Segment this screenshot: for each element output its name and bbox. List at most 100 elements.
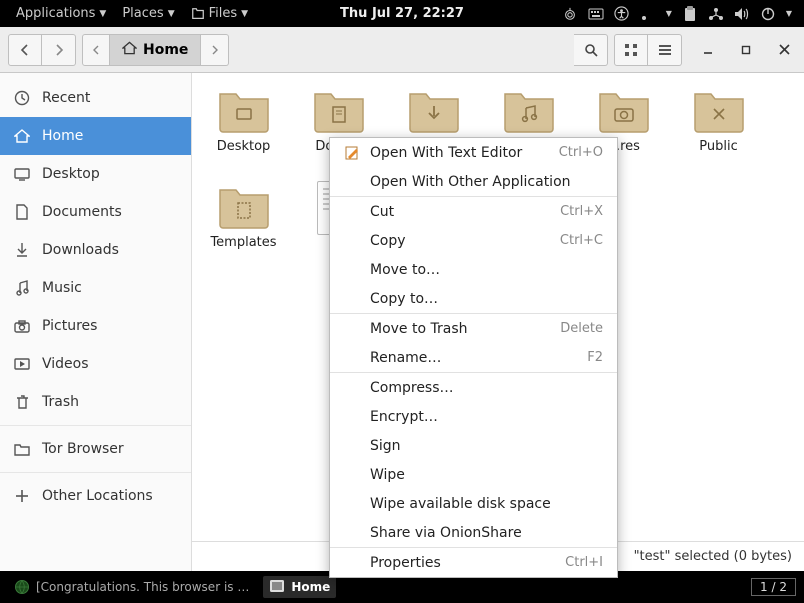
sidebar-item-music[interactable]: Music bbox=[0, 269, 191, 307]
cm-sign[interactable]: Sign bbox=[330, 431, 617, 460]
power-icon[interactable] bbox=[760, 6, 776, 22]
videos-icon bbox=[14, 356, 30, 372]
cm-label: Cut bbox=[370, 204, 394, 220]
cm-encrypt[interactable]: Encrypt… bbox=[330, 402, 617, 431]
sidebar-item-trash[interactable]: Trash bbox=[0, 383, 191, 421]
documents-icon bbox=[14, 204, 30, 220]
folder-public[interactable]: Public bbox=[671, 81, 766, 177]
cm-label: Share via OnionShare bbox=[370, 525, 522, 541]
panel-datetime[interactable]: Thu Jul 27, 22:27 bbox=[340, 6, 464, 21]
cm-compress[interactable]: Compress… bbox=[330, 373, 617, 402]
sidebar-item-desktop[interactable]: Desktop bbox=[0, 155, 191, 193]
folder-templates[interactable]: Templates bbox=[196, 177, 291, 273]
sidebar-item-home[interactable]: Home bbox=[0, 117, 191, 155]
workspace-label: 1 / 2 bbox=[760, 580, 787, 594]
icon-view-button[interactable] bbox=[614, 34, 648, 66]
sidebar-item-pictures[interactable]: Pictures bbox=[0, 307, 191, 345]
sidebar-item-other-locations[interactable]: Other Locations bbox=[0, 477, 191, 515]
folder-icon bbox=[311, 85, 367, 137]
network-icon[interactable] bbox=[708, 6, 724, 22]
cm-label: Sign bbox=[370, 438, 401, 454]
workspace-indicator[interactable]: 1 / 2 bbox=[751, 578, 796, 596]
folder-icon bbox=[691, 85, 747, 137]
cm-open-text-editor[interactable]: Open With Text Editor Ctrl+O bbox=[330, 138, 617, 167]
sidebar-item-recent[interactable]: Recent bbox=[0, 79, 191, 117]
cm-label: Wipe available disk space bbox=[370, 496, 551, 512]
files-icon bbox=[191, 7, 205, 21]
folder-icon bbox=[14, 441, 30, 457]
path-next-button[interactable] bbox=[201, 34, 229, 66]
taskbar-tor-browser[interactable]: [Congratulations. This browser is … bbox=[8, 576, 255, 598]
path-home-button[interactable]: Home bbox=[110, 34, 201, 66]
cm-open-other-app[interactable]: Open With Other Application bbox=[330, 167, 617, 196]
plus-icon bbox=[14, 488, 30, 504]
cm-copy[interactable]: Copy Ctrl+C bbox=[330, 226, 617, 255]
applications-label: Applications bbox=[16, 6, 95, 21]
chevron-down-icon: ▼ bbox=[241, 9, 248, 19]
cm-accel: F2 bbox=[587, 350, 603, 365]
clipboard-icon[interactable] bbox=[682, 6, 698, 22]
onion-icon[interactable] bbox=[562, 6, 578, 22]
selection-status: "test" selected (0 bytes) bbox=[634, 549, 792, 564]
search-button[interactable] bbox=[574, 34, 608, 66]
music-icon bbox=[14, 280, 30, 296]
sidebar-item-label: Desktop bbox=[42, 166, 100, 182]
sidebar-item-label: Trash bbox=[42, 394, 79, 410]
cm-copy-to[interactable]: Copy to… bbox=[330, 284, 617, 313]
folder-desktop[interactable]: Desktop bbox=[196, 81, 291, 177]
path-home-label: Home bbox=[143, 42, 188, 58]
panel-tray-area: ▼ ▼ bbox=[562, 6, 796, 22]
cm-accel: Ctrl+O bbox=[559, 145, 603, 160]
trash-icon bbox=[14, 394, 30, 410]
dot-icon[interactable] bbox=[640, 6, 656, 22]
keyboard-icon[interactable] bbox=[588, 6, 604, 22]
cm-label: Move to Trash bbox=[370, 321, 468, 337]
cm-accel: Ctrl+I bbox=[565, 555, 603, 570]
path-up-button[interactable] bbox=[82, 34, 110, 66]
files-app-menu[interactable]: Files ▼ bbox=[183, 0, 256, 27]
folder-label: Desktop bbox=[217, 139, 271, 154]
sidebar-item-videos[interactable]: Videos bbox=[0, 345, 191, 383]
back-button[interactable] bbox=[8, 34, 42, 66]
desktop-icon bbox=[14, 166, 30, 182]
minimize-button[interactable] bbox=[696, 38, 720, 62]
volume-icon[interactable] bbox=[734, 6, 750, 22]
cm-accel: Delete bbox=[560, 321, 603, 336]
folder-icon bbox=[501, 85, 557, 137]
file-context-menu: Open With Text Editor Ctrl+O Open With O… bbox=[329, 137, 618, 578]
files-toolbar: Home bbox=[0, 27, 804, 73]
folder-icon bbox=[596, 85, 652, 137]
sidebar-item-tor-browser[interactable]: Tor Browser bbox=[0, 430, 191, 468]
sidebar-item-downloads[interactable]: Downloads bbox=[0, 231, 191, 269]
gnome-top-panel: Applications ▼ Places ▼ Files ▼ Thu Jul … bbox=[0, 0, 804, 27]
cm-wipe[interactable]: Wipe bbox=[330, 460, 617, 489]
cm-label: Move to… bbox=[370, 262, 440, 278]
cm-label: Copy bbox=[370, 233, 406, 249]
cm-label: Copy to… bbox=[370, 291, 438, 307]
cm-label: Open With Other Application bbox=[370, 174, 571, 190]
cm-cut[interactable]: Cut Ctrl+X bbox=[330, 197, 617, 226]
cm-rename[interactable]: Rename… F2 bbox=[330, 343, 617, 372]
accessibility-icon[interactable] bbox=[614, 6, 630, 22]
cm-wipe-space[interactable]: Wipe available disk space bbox=[330, 489, 617, 518]
cm-move-to-trash[interactable]: Move to Trash Delete bbox=[330, 314, 617, 343]
applications-menu[interactable]: Applications ▼ bbox=[8, 0, 114, 27]
forward-button[interactable] bbox=[42, 34, 76, 66]
cm-onionshare[interactable]: Share via OnionShare bbox=[330, 518, 617, 547]
files-label: Files bbox=[209, 6, 238, 21]
cm-label: Wipe bbox=[370, 467, 405, 483]
close-button[interactable] bbox=[772, 38, 796, 62]
sidebar-item-label: Recent bbox=[42, 90, 90, 106]
cm-move-to[interactable]: Move to… bbox=[330, 255, 617, 284]
task-label: [Congratulations. This browser is … bbox=[36, 580, 249, 594]
sidebar-item-documents[interactable]: Documents bbox=[0, 193, 191, 231]
maximize-button[interactable] bbox=[734, 38, 758, 62]
hamburger-menu-button[interactable] bbox=[648, 34, 682, 66]
folder-label: Public bbox=[699, 139, 737, 154]
cm-properties[interactable]: Properties Ctrl+I bbox=[330, 548, 617, 577]
cm-accel: Ctrl+C bbox=[560, 233, 603, 248]
places-menu[interactable]: Places ▼ bbox=[114, 0, 182, 27]
cm-label: Encrypt… bbox=[370, 409, 438, 425]
taskbar-files-home[interactable]: Home bbox=[263, 576, 336, 598]
folder-icon bbox=[216, 181, 272, 233]
